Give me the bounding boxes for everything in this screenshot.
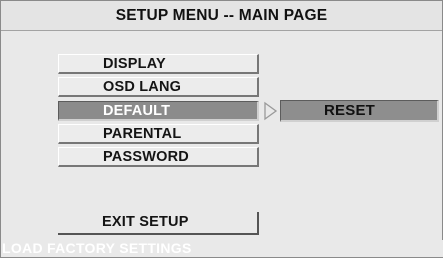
status-hint: LOAD FACTORY SETTINGS [1, 240, 443, 257]
menu-item-display[interactable]: DISPLAY [58, 54, 259, 74]
menu-content: DISPLAY OSD LANG DEFAULT PARENTAL PASSWO… [1, 31, 443, 257]
menu-item-osd-lang[interactable]: OSD LANG [58, 77, 259, 97]
page-title: SETUP MENU -- MAIN PAGE [1, 1, 442, 31]
menu-item-password[interactable]: PASSWORD [58, 147, 259, 167]
menu-item-parental[interactable]: PARENTAL [58, 124, 259, 144]
setup-menu-screen: SETUP MENU -- MAIN PAGE DISPLAY OSD LANG… [0, 0, 443, 258]
triangle-right-outline-icon [264, 101, 278, 121]
menu-item-default[interactable]: DEFAULT [58, 101, 259, 121]
exit-setup-button[interactable]: EXIT SETUP [58, 212, 259, 235]
submenu-item-reset[interactable]: RESET [280, 100, 439, 122]
